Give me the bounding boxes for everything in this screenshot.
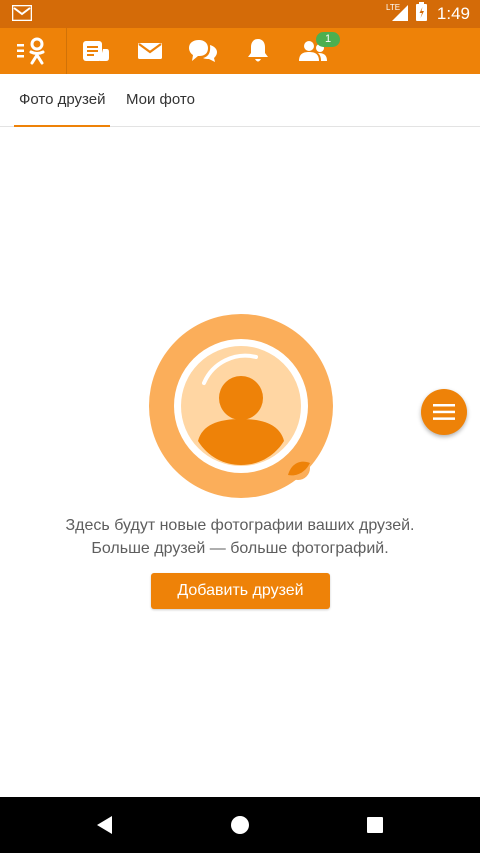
app-bar: 1 — [0, 28, 480, 74]
recents-icon[interactable] — [345, 797, 405, 853]
status-bar: LTE 1:49 — [0, 0, 480, 28]
network-type: LTE — [386, 3, 400, 12]
clock: 1:49 — [436, 4, 470, 23]
back-icon[interactable] — [75, 797, 135, 853]
tab-my-photos[interactable]: Мои фото — [121, 74, 200, 126]
menu-fab[interactable] — [421, 389, 467, 435]
system-nav-bar — [0, 797, 480, 853]
app-bar-divider — [66, 28, 67, 74]
friends-badge: 1 — [316, 32, 340, 47]
gmail-icon — [11, 4, 33, 26]
photo-search-illustration — [148, 313, 334, 499]
signal-icon: LTE — [386, 2, 410, 27]
discussions-icon[interactable] — [183, 28, 223, 74]
add-friends-button[interactable]: Добавить друзей — [151, 573, 330, 609]
empty-state-text-line1: Здесь будут новые фотографии ваших друзе… — [65, 517, 415, 534]
notifications-icon[interactable] — [238, 28, 278, 74]
menu-icon — [433, 404, 455, 420]
messages-icon[interactable] — [130, 28, 170, 74]
empty-state-text-line2: Больше друзей — больше фотографий. — [91, 540, 389, 557]
ok-menu-icon[interactable] — [10, 28, 54, 74]
tab-friends-photos[interactable]: Фото друзей — [14, 74, 111, 127]
battery-icon — [415, 2, 427, 26]
tab-bar: Фото друзей Мои фото — [0, 74, 480, 127]
feed-icon[interactable] — [76, 28, 116, 74]
home-icon[interactable] — [210, 797, 270, 853]
